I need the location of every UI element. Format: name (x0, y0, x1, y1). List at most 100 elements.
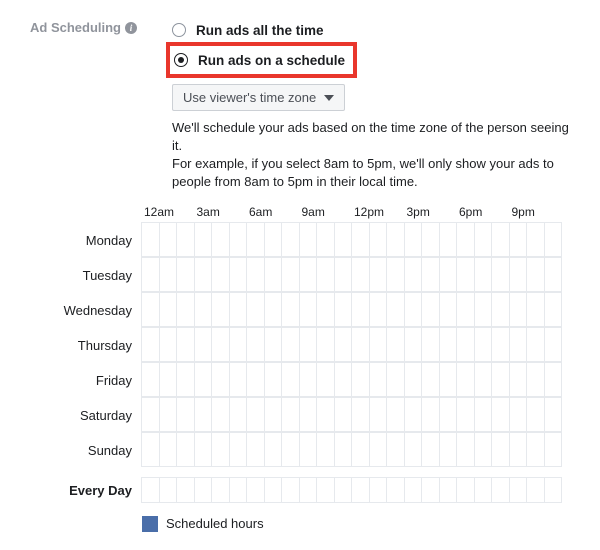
schedule-cell[interactable] (369, 397, 388, 432)
schedule-cell[interactable] (439, 327, 458, 362)
schedule-cell[interactable] (439, 292, 458, 327)
every-day-cell[interactable] (316, 477, 335, 503)
schedule-cell[interactable] (334, 327, 353, 362)
schedule-cell[interactable] (456, 432, 475, 467)
schedule-cell[interactable] (316, 257, 335, 292)
every-day-cell[interactable] (159, 477, 178, 503)
schedule-cell[interactable] (246, 362, 265, 397)
schedule-cell[interactable] (246, 327, 265, 362)
every-day-cell[interactable] (229, 477, 248, 503)
schedule-cell[interactable] (369, 257, 388, 292)
every-day-cell[interactable] (474, 477, 493, 503)
schedule-cell[interactable] (509, 222, 528, 257)
schedule-cell[interactable] (369, 432, 388, 467)
schedule-cell[interactable] (386, 432, 405, 467)
schedule-cell[interactable] (456, 397, 475, 432)
schedule-cell[interactable] (404, 292, 423, 327)
schedule-cell[interactable] (369, 362, 388, 397)
every-day-cell[interactable] (211, 477, 230, 503)
schedule-cell[interactable] (316, 362, 335, 397)
schedule-cell[interactable] (386, 292, 405, 327)
schedule-cell[interactable] (351, 327, 370, 362)
schedule-cell[interactable] (246, 397, 265, 432)
schedule-cell[interactable] (316, 397, 335, 432)
schedule-cell[interactable] (491, 362, 510, 397)
schedule-cell[interactable] (439, 362, 458, 397)
schedule-cell[interactable] (159, 222, 178, 257)
every-day-cell[interactable] (369, 477, 388, 503)
schedule-cell[interactable] (299, 292, 318, 327)
schedule-cell[interactable] (334, 292, 353, 327)
schedule-cell[interactable] (404, 257, 423, 292)
every-day-cell[interactable] (456, 477, 475, 503)
schedule-cell[interactable] (386, 397, 405, 432)
every-day-cell[interactable] (246, 477, 265, 503)
schedule-cell[interactable] (404, 362, 423, 397)
schedule-cell[interactable] (456, 327, 475, 362)
schedule-cell[interactable] (491, 222, 510, 257)
schedule-cell[interactable] (159, 257, 178, 292)
schedule-cell[interactable] (386, 362, 405, 397)
schedule-cell[interactable] (526, 257, 545, 292)
schedule-cell[interactable] (141, 432, 160, 467)
schedule-cell[interactable] (334, 397, 353, 432)
schedule-cell[interactable] (439, 222, 458, 257)
schedule-cell[interactable] (264, 257, 283, 292)
schedule-cell[interactable] (159, 327, 178, 362)
every-day-cell[interactable] (351, 477, 370, 503)
schedule-cell[interactable] (544, 397, 563, 432)
every-day-cell[interactable] (299, 477, 318, 503)
schedule-cell[interactable] (281, 257, 300, 292)
every-day-cell[interactable] (194, 477, 213, 503)
schedule-cell[interactable] (509, 327, 528, 362)
schedule-cell[interactable] (439, 432, 458, 467)
schedule-cell[interactable] (194, 432, 213, 467)
schedule-cell[interactable] (544, 222, 563, 257)
schedule-cell[interactable] (194, 292, 213, 327)
schedule-cell[interactable] (404, 432, 423, 467)
timezone-dropdown[interactable]: Use viewer's time zone (172, 84, 345, 111)
schedule-cell[interactable] (351, 432, 370, 467)
schedule-cell[interactable] (421, 362, 440, 397)
schedule-cell[interactable] (526, 362, 545, 397)
schedule-cell[interactable] (194, 327, 213, 362)
schedule-cell[interactable] (229, 432, 248, 467)
schedule-cell[interactable] (491, 432, 510, 467)
schedule-cell[interactable] (159, 432, 178, 467)
schedule-cell[interactable] (211, 362, 230, 397)
info-icon[interactable]: i (125, 22, 137, 34)
schedule-cell[interactable] (526, 327, 545, 362)
schedule-cell[interactable] (194, 397, 213, 432)
schedule-cell[interactable] (176, 257, 195, 292)
every-day-cell[interactable] (264, 477, 283, 503)
schedule-cell[interactable] (229, 257, 248, 292)
schedule-cell[interactable] (526, 292, 545, 327)
schedule-cell[interactable] (211, 292, 230, 327)
schedule-cell[interactable] (159, 397, 178, 432)
schedule-cell[interactable] (351, 257, 370, 292)
every-day-cell[interactable] (526, 477, 545, 503)
schedule-cell[interactable] (194, 257, 213, 292)
schedule-cell[interactable] (176, 432, 195, 467)
every-day-cell[interactable] (439, 477, 458, 503)
schedule-cell[interactable] (334, 222, 353, 257)
schedule-cell[interactable] (141, 222, 160, 257)
schedule-cell[interactable] (509, 292, 528, 327)
schedule-cell[interactable] (316, 292, 335, 327)
schedule-cell[interactable] (474, 397, 493, 432)
schedule-cell[interactable] (176, 362, 195, 397)
schedule-cell[interactable] (194, 362, 213, 397)
schedule-cell[interactable] (334, 257, 353, 292)
every-day-cell[interactable] (141, 477, 160, 503)
schedule-cell[interactable] (351, 292, 370, 327)
schedule-cell[interactable] (474, 362, 493, 397)
every-day-cell[interactable] (334, 477, 353, 503)
schedule-cell[interactable] (194, 222, 213, 257)
schedule-cell[interactable] (474, 257, 493, 292)
schedule-cell[interactable] (211, 257, 230, 292)
schedule-cell[interactable] (246, 257, 265, 292)
schedule-cell[interactable] (229, 292, 248, 327)
schedule-cell[interactable] (491, 397, 510, 432)
schedule-cell[interactable] (474, 327, 493, 362)
schedule-cell[interactable] (246, 432, 265, 467)
